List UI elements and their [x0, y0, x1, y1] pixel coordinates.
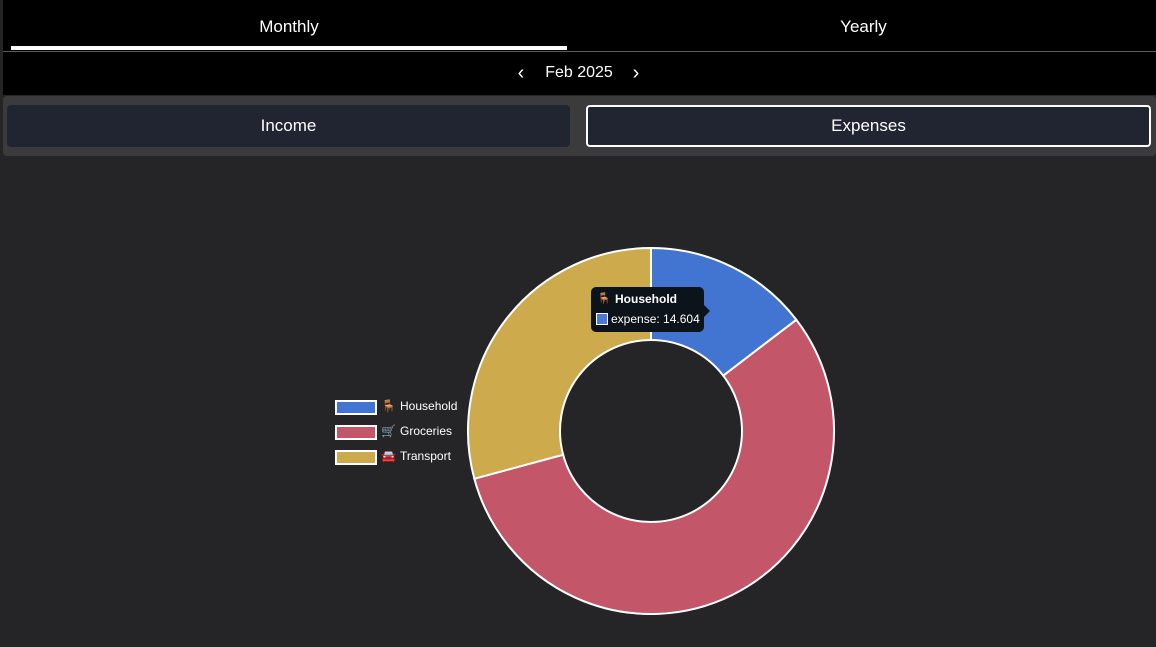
chair-icon: 🪑	[381, 399, 396, 413]
slice-transport[interactable]	[467, 246, 652, 480]
tooltip-color-swatch	[596, 313, 608, 325]
legend-label: Transport	[400, 449, 451, 463]
legend-swatch	[335, 450, 377, 465]
legend-swatch	[335, 400, 377, 415]
chair-icon: 🪑	[597, 293, 611, 305]
car-icon: 🚘	[381, 449, 396, 463]
tooltip-value: expense: 14.604	[611, 312, 700, 326]
legend-label: Groceries	[400, 424, 453, 438]
legend-swatch	[335, 425, 377, 440]
expense-doughnut-chart	[467, 246, 835, 615]
tooltip-title: Household	[615, 292, 677, 306]
legend-label: Household	[400, 399, 458, 413]
shopping-cart-icon: 🛒	[381, 424, 396, 438]
chart-tooltip: 🪑 Household expense: 14.604	[591, 287, 710, 332]
